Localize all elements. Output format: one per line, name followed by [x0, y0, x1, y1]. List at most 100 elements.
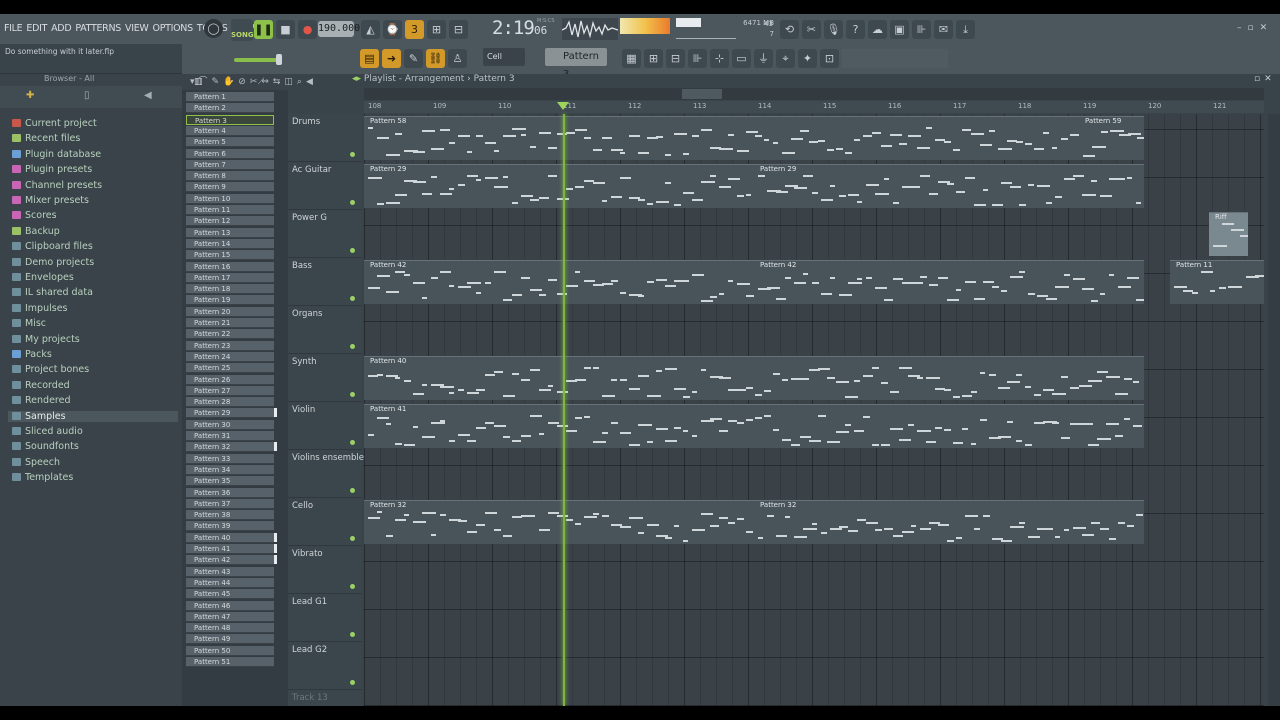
browser-item[interactable]: Templates: [12, 472, 73, 483]
pattern-item[interactable]: Pattern 23: [186, 340, 274, 351]
playlist-clip[interactable]: Pattern 32: [754, 500, 1144, 544]
playlist-clip[interactable]: Pattern 29: [754, 164, 1144, 208]
browser-item[interactable]: Rendered: [12, 395, 71, 406]
pattern-item[interactable]: Pattern 17: [186, 272, 274, 283]
browser-item[interactable]: Scores: [12, 210, 57, 221]
pattern-item[interactable]: Pattern 39: [186, 521, 274, 532]
pattern-item[interactable]: Pattern 37: [186, 498, 274, 509]
record-button[interactable]: ●: [298, 20, 317, 39]
playlist-grid[interactable]: Pattern 58 Pattern 59 Pattern 29 Pattern 29…: [364, 114, 1264, 706]
playlist-window-controls[interactable]: ▫✕: [1254, 74, 1276, 84]
playlist-overview-scroll[interactable]: [364, 88, 1264, 100]
download-icon[interactable]: ⤓: [956, 20, 975, 39]
help-icon[interactable]: ?: [846, 20, 865, 39]
pattern-item[interactable]: Pattern 43: [186, 566, 274, 577]
pattern-item[interactable]: Pattern 19: [186, 295, 274, 306]
track-enable-dot[interactable]: [350, 152, 355, 157]
stamp-icon[interactable]: ♙: [448, 49, 467, 68]
pattern-item[interactable]: Pattern 2: [186, 103, 274, 114]
tempo-display[interactable]: 190.000: [318, 21, 360, 37]
menu-patterns[interactable]: PATTERNS: [75, 23, 121, 34]
arrow-icon[interactable]: ➜: [382, 49, 401, 68]
toolbar-dropdown[interactable]: [842, 49, 948, 68]
pattern-item[interactable]: Pattern 50: [186, 645, 274, 656]
pattern-item[interactable]: Pattern 12: [186, 216, 274, 227]
pattern-item[interactable]: Pattern 48: [186, 623, 274, 634]
menu-file[interactable]: FILE: [4, 23, 23, 34]
cart-icon[interactable]: ⊡: [820, 49, 839, 68]
overview-thumb[interactable]: [682, 89, 722, 99]
playlist-icon[interactable]: ▤: [360, 49, 379, 68]
countdown-icon[interactable]: 3: [405, 20, 424, 39]
pattern-item[interactable]: Pattern 5: [186, 137, 274, 148]
playlist-clip[interactable]: Pattern 42: [754, 260, 1144, 304]
browser-item[interactable]: Project bones: [12, 364, 89, 375]
pattern-item[interactable]: Pattern 27: [186, 385, 274, 396]
pattern-item[interactable]: Pattern 16: [186, 261, 274, 272]
browser-item[interactable]: Envelopes: [12, 272, 74, 283]
cut-icon[interactable]: ✂: [802, 20, 821, 39]
browser-item[interactable]: Packs: [12, 349, 52, 360]
pattern-item[interactable]: Pattern 30: [186, 419, 274, 430]
pattern-item[interactable]: Pattern 46: [186, 600, 274, 611]
playhead[interactable]: [563, 114, 565, 706]
cloud-icon[interactable]: ☁: [868, 20, 887, 39]
stop-button[interactable]: ■: [276, 20, 295, 39]
window-controls[interactable]: –▫✕: [1237, 23, 1273, 33]
menu-view[interactable]: VIEW: [125, 23, 149, 34]
track-enable-dot[interactable]: [350, 200, 355, 205]
browser-item[interactable]: Clipboard files: [12, 241, 93, 252]
track-enable-dot[interactable]: [350, 296, 355, 301]
track-enable-dot[interactable]: [350, 632, 355, 637]
track-header[interactable]: Violins ensemble: [288, 450, 364, 498]
plugin-icon[interactable]: ✦: [798, 49, 817, 68]
browser-item[interactable]: Sliced audio: [12, 426, 83, 437]
track-header[interactable]: Lead G1: [288, 594, 362, 642]
plug-icon[interactable]: ⏚: [754, 49, 773, 68]
master-volume-knob[interactable]: ◯: [204, 19, 223, 38]
pattern-item[interactable]: Pattern 26: [186, 374, 274, 385]
track-header[interactable]: Track 13: [288, 690, 362, 706]
pattern-item[interactable]: Pattern 34: [186, 464, 274, 475]
pattern-item[interactable]: Pattern 36: [186, 487, 274, 498]
pattern-item[interactable]: Pattern 29: [186, 408, 274, 419]
link-icon[interactable]: ⛓: [426, 49, 445, 68]
track-header[interactable]: Power G: [288, 210, 362, 258]
menu-options[interactable]: OPTIONS: [153, 23, 194, 34]
pattern-item[interactable]: Pattern 10: [186, 193, 274, 204]
pattern-item[interactable]: Pattern 8: [186, 171, 274, 182]
reset-icon[interactable]: ⟲: [780, 20, 799, 39]
track-header[interactable]: Drums: [288, 114, 362, 162]
pattern-item[interactable]: Pattern 24: [186, 351, 274, 362]
playhead-marker[interactable]: [557, 102, 569, 110]
track-enable-dot[interactable]: [350, 536, 355, 541]
tag-icon[interactable]: ⌖: [776, 49, 795, 68]
save-icon[interactable]: ▣: [890, 20, 909, 39]
menu-add[interactable]: ADD: [51, 23, 72, 34]
browser-item[interactable]: Misc: [12, 318, 46, 329]
channel-rack-icon[interactable]: ⊞: [644, 49, 663, 68]
pattern-item[interactable]: Pattern 32: [186, 442, 274, 453]
pattern-item[interactable]: Pattern 51: [186, 657, 274, 667]
file-icon[interactable]: ▭: [732, 49, 751, 68]
playlist-clip[interactable]: Riff: [1209, 212, 1248, 256]
pattern-item[interactable]: Pattern 42: [186, 555, 274, 566]
track-header[interactable]: Lead G2: [288, 642, 362, 690]
playlist-clip[interactable]: Pattern 58: [364, 116, 1144, 160]
playlist-clip[interactable]: Pattern 29: [364, 164, 754, 208]
plugin-picker-icon[interactable]: ⊪: [688, 49, 707, 68]
playlist-clip[interactable]: Pattern 42: [364, 260, 754, 304]
snap-selector[interactable]: Cell: [483, 48, 525, 66]
loop-record-icon[interactable]: ⊟: [449, 20, 468, 39]
playlist-clip[interactable]: Pattern 41: [364, 404, 1144, 448]
track-enable-dot[interactable]: [350, 440, 355, 445]
pattern-item[interactable]: Pattern 7: [186, 159, 274, 170]
pattern-item[interactable]: Pattern 47: [186, 611, 274, 622]
step-edit-icon[interactable]: ⊞: [427, 20, 446, 39]
track-header[interactable]: Organs: [288, 306, 362, 354]
browser-file-icon[interactable]: ▯: [84, 90, 90, 101]
pattern-item[interactable]: Pattern 11: [186, 205, 274, 215]
pattern-item[interactable]: Pattern 25: [186, 363, 274, 374]
pattern-item[interactable]: Pattern 31: [186, 431, 274, 441]
playlist-tools[interactable]: ▾⌒✎✋⊘✂⇔⇆◫⌕◀: [190, 74, 350, 88]
